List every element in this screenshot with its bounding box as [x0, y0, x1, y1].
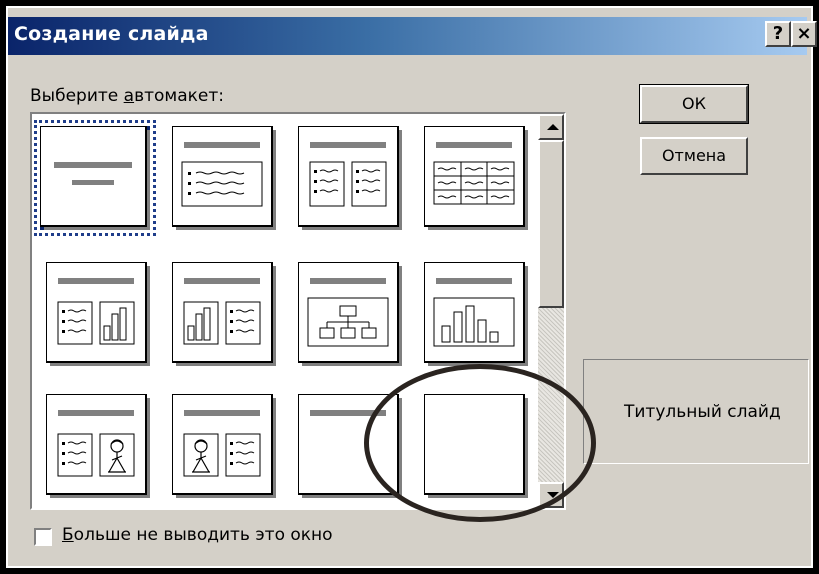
layout-title-slide[interactable]: [34, 120, 156, 236]
help-button[interactable]: ?: [765, 21, 791, 47]
layout-title-only[interactable]: [298, 394, 402, 498]
layout-blank[interactable]: [424, 394, 528, 498]
ok-button[interactable]: ОК: [639, 84, 749, 124]
layout-table[interactable]: [424, 126, 528, 230]
close-button[interactable]: ×: [791, 21, 817, 47]
arrow-down-icon: [547, 492, 559, 498]
scroll-down-button[interactable]: [538, 482, 564, 508]
layout-bulleted-list[interactable]: [172, 126, 276, 230]
arrow-up-icon: [547, 124, 559, 130]
layout-two-column-text[interactable]: [298, 126, 402, 230]
layout-preview-box: Титульный слайд: [583, 359, 809, 464]
title-bar: Создание слайда ? ×: [8, 17, 817, 55]
cancel-button[interactable]: Отмена: [640, 137, 748, 175]
layout-listbox[interactable]: [30, 112, 566, 510]
dont-show-again-label[interactable]: Больше не выводить это окно: [62, 525, 333, 545]
layout-clip-art-and-text[interactable]: [172, 394, 276, 498]
scroll-thumb[interactable]: [538, 140, 564, 308]
dont-show-again-checkbox[interactable]: [34, 528, 52, 546]
layout-text-and-chart[interactable]: [46, 262, 150, 366]
layout-chart-and-text[interactable]: [172, 262, 276, 366]
layout-scrollbar[interactable]: [538, 114, 564, 508]
scroll-up-button[interactable]: [538, 114, 564, 140]
dialog-title: Создание слайда: [14, 23, 209, 45]
layout-prompt-label: Выберите автомакет:: [30, 86, 224, 106]
layout-organization-chart[interactable]: [298, 262, 402, 366]
layout-text-and-clip-art[interactable]: [46, 394, 150, 498]
layout-name-label: Титульный слайд: [624, 402, 781, 422]
layout-chart[interactable]: [424, 262, 528, 366]
